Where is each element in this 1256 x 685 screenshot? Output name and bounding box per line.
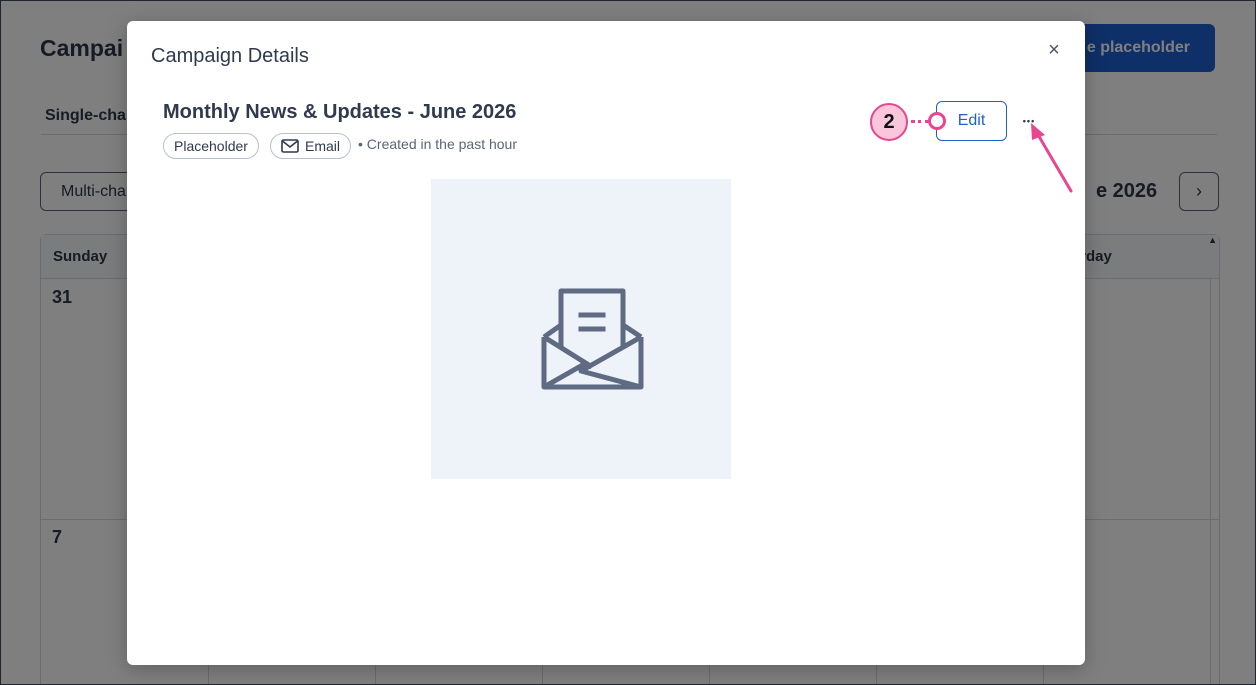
- callout-connector: [911, 120, 929, 123]
- step-number: 2: [883, 110, 895, 133]
- channel-badge-label: Email: [305, 138, 341, 154]
- created-time: Created in the past hour: [366, 136, 518, 152]
- edit-button[interactable]: Edit: [936, 101, 1007, 141]
- mail-icon: [281, 139, 299, 153]
- screen: Campai e placeholder Single-cha Multi-ch…: [0, 0, 1256, 685]
- open-envelope-icon: [541, 288, 644, 390]
- channel-badge: Email: [270, 133, 352, 159]
- callout-target-ring: [928, 112, 946, 130]
- email-preview: [431, 179, 731, 479]
- campaign-name: Monthly News & Updates - June 2026: [163, 101, 517, 123]
- status-badge-label: Placeholder: [174, 138, 248, 154]
- modal-title: Campaign Details: [151, 45, 309, 67]
- step-callout: 2: [870, 103, 908, 141]
- created-meta: • Created in the past hour: [358, 136, 517, 152]
- close-icon[interactable]: ×: [1043, 39, 1065, 61]
- status-badge: Placeholder: [163, 133, 259, 159]
- annotation-arrow-icon: [1031, 123, 1073, 193]
- meta-separator: •: [358, 136, 363, 152]
